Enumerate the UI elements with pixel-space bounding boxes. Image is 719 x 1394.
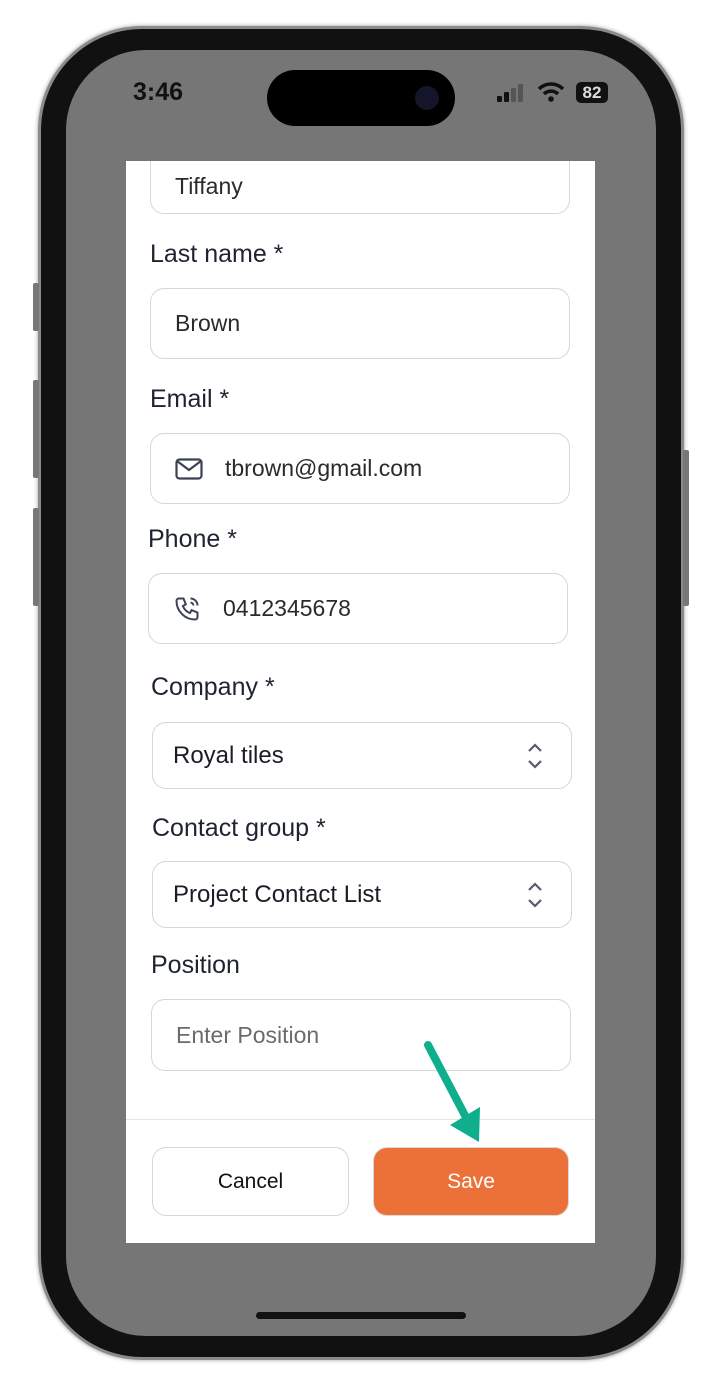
home-indicator[interactable] [256, 1312, 466, 1319]
phone-input[interactable]: 0412345678 [148, 573, 568, 644]
last-name-value: Brown [175, 310, 241, 336]
company-value: Royal tiles [173, 741, 284, 769]
annotation-arrow-icon [424, 1041, 480, 1142]
email-value: tbrown@gmail.com [225, 455, 423, 481]
contact-group-select[interactable]: Project Contact List [152, 861, 572, 928]
position-input[interactable]: Enter Position [151, 999, 571, 1071]
last-name-label: Last name * [150, 240, 284, 268]
last-name-input[interactable]: Brown [150, 288, 570, 359]
footer-divider [126, 1119, 595, 1120]
contact-group-value: Project Contact List [173, 880, 382, 908]
save-button[interactable]: Save [373, 1147, 569, 1216]
first-name-input[interactable]: Tiffany [150, 161, 570, 214]
power-button [683, 450, 689, 606]
position-placeholder: Enter Position [176, 1021, 320, 1048]
chevron-up-down-icon [528, 881, 542, 908]
volume-up-button [33, 380, 39, 478]
volume-down-button [33, 508, 39, 606]
phone-value: 0412345678 [223, 595, 351, 621]
email-input[interactable]: tbrown@gmail.com [150, 433, 570, 504]
battery-indicator: 82 [576, 82, 608, 103]
camera-icon [415, 86, 439, 110]
first-name-value: Tiffany [175, 173, 243, 199]
email-label: Email * [150, 385, 230, 413]
contact-group-label: Contact group * [152, 814, 326, 842]
status-time: 3:46 [133, 78, 184, 106]
chevron-up-down-icon [528, 742, 542, 769]
phone-label: Phone * [148, 525, 237, 553]
company-select[interactable]: Royal tiles [152, 722, 572, 789]
company-label: Company * [151, 673, 275, 701]
phone-icon [173, 595, 201, 623]
position-label: Position [151, 951, 240, 979]
signal-icon [497, 84, 523, 102]
cancel-button[interactable]: Cancel [152, 1147, 349, 1216]
wifi-icon [537, 82, 565, 102]
contact-form-panel: Tiffany Last name * Brown Email * tbrown… [126, 161, 595, 1243]
mute-switch [33, 283, 39, 331]
mail-icon [175, 457, 203, 480]
